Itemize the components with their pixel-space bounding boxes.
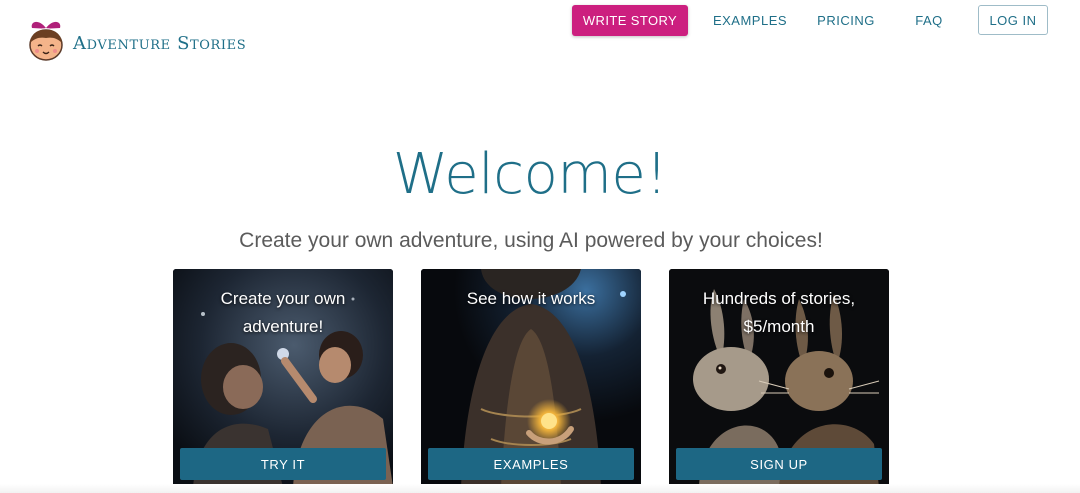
- nav-faq-link[interactable]: FAQ: [908, 5, 950, 36]
- brand-logo[interactable]: Adventure Stories: [22, 16, 246, 64]
- smiling-kid-icon: [29, 21, 63, 61]
- logo-text: Adventure Stories: [73, 32, 247, 54]
- login-button[interactable]: LOG IN: [978, 5, 1048, 35]
- card-sign-up: Hundreds of stories, $5/month SIGN UP: [669, 269, 889, 487]
- nav-pricing-link[interactable]: PRICING: [812, 5, 880, 36]
- examples-button[interactable]: EXAMPLES: [428, 448, 634, 480]
- nav-examples-link[interactable]: EXAMPLES: [708, 5, 792, 36]
- main-nav: WRITE STORY EXAMPLES PRICING FAQ LOG IN: [572, 5, 1080, 37]
- page-bottom-edge: [0, 484, 1080, 493]
- card-text: Create your own adventure!: [220, 289, 346, 336]
- try-it-button[interactable]: TRY IT: [180, 448, 386, 480]
- write-story-button[interactable]: WRITE STORY: [572, 5, 688, 36]
- card-text: Hundreds of stories, $5/month: [702, 289, 856, 336]
- page-subtitle: Create your own adventure, using AI powe…: [239, 229, 823, 252]
- card-text: See how it works: [466, 289, 596, 308]
- sign-up-button[interactable]: SIGN UP: [676, 448, 882, 480]
- page-title: Welcome!: [392, 142, 668, 207]
- card-examples: See how it works EXAMPLES: [421, 269, 641, 487]
- card-try-it: Create your own adventure! TRY IT: [173, 269, 393, 487]
